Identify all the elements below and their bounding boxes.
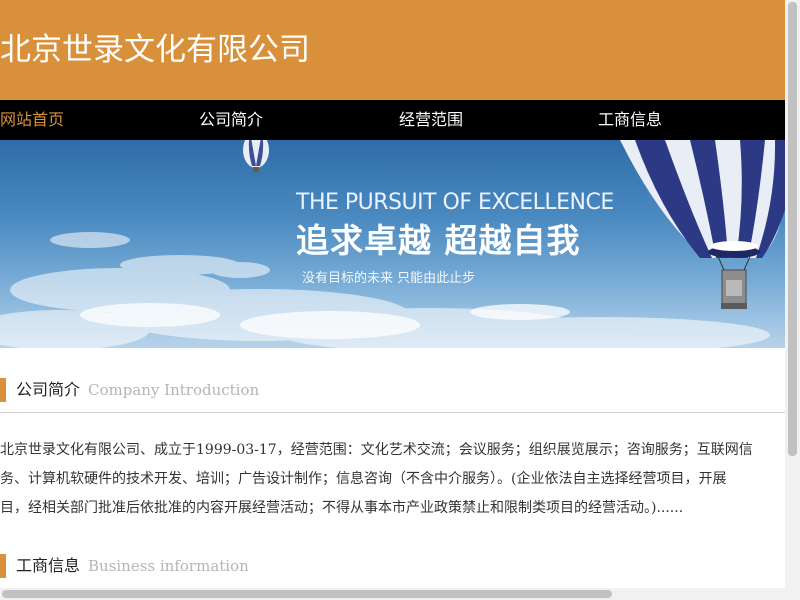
- banner-english-slogan: THE PURSUIT OF EXCELLENCE: [296, 190, 614, 215]
- main-nav: 网站首页 公司简介 经营范围 工商信息: [0, 100, 785, 140]
- hot-air-balloon-icon: [620, 140, 785, 309]
- section-divider: [0, 412, 785, 413]
- site-title[interactable]: 北京世录文化有限公司: [0, 30, 310, 70]
- business-section-header: 工商信息 Business information: [0, 554, 785, 588]
- intro-line: 目，经相关部门批准后依批准的内容开展经营活动；不得从事本市产业政策禁止和限制类项…: [0, 500, 684, 516]
- hero-banner: THE PURSUIT OF EXCELLENCE 追求卓越 超越自我 没有目标…: [0, 140, 785, 348]
- banner-subtitle: 没有目标的未来 只能由此止步: [302, 271, 476, 286]
- banner-chinese-slogan: 追求卓越 超越自我: [296, 221, 581, 260]
- small-balloon-icon: [243, 140, 269, 172]
- horizontal-scrollbar[interactable]: [0, 588, 785, 600]
- section-accent-bar: [0, 378, 6, 402]
- site-header: 北京世录文化有限公司: [0, 0, 785, 100]
- vertical-scrollbar[interactable]: [785, 0, 800, 600]
- nav-item-company-intro[interactable]: 公司简介: [199, 100, 263, 140]
- nav-item-business-scope[interactable]: 经营范围: [399, 100, 463, 140]
- page-viewport: 北京世录文化有限公司 网站首页 公司简介 经营范围 工商信息 THE PURSU…: [0, 0, 785, 588]
- horizontal-scrollbar-thumb[interactable]: [2, 590, 612, 598]
- intro-line: 务、计算机软硬件的技术开发、培训；广告设计制作；信息咨询（不含中介服务）。(企业…: [0, 471, 727, 487]
- intro-section-title: 公司简介: [16, 380, 81, 399]
- section-accent-bar: [0, 554, 6, 578]
- intro-section-header: 公司简介 Company Introduction: [0, 378, 785, 414]
- intro-section-subtitle: Company Introduction: [88, 381, 260, 399]
- business-section-title: 工商信息: [16, 556, 81, 575]
- intro-line: 北京世录文化有限公司、成立于1999-03-17，经营范围：文化艺术交流；会议服…: [0, 442, 753, 458]
- intro-body: 北京世录文化有限公司、成立于1999-03-17，经营范围：文化艺术交流；会议服…: [0, 436, 753, 523]
- vertical-scrollbar-thumb[interactable]: [788, 2, 797, 456]
- business-section-subtitle: Business information: [88, 557, 249, 575]
- nav-item-home[interactable]: 网站首页: [0, 100, 64, 140]
- nav-item-business-info[interactable]: 工商信息: [598, 100, 662, 140]
